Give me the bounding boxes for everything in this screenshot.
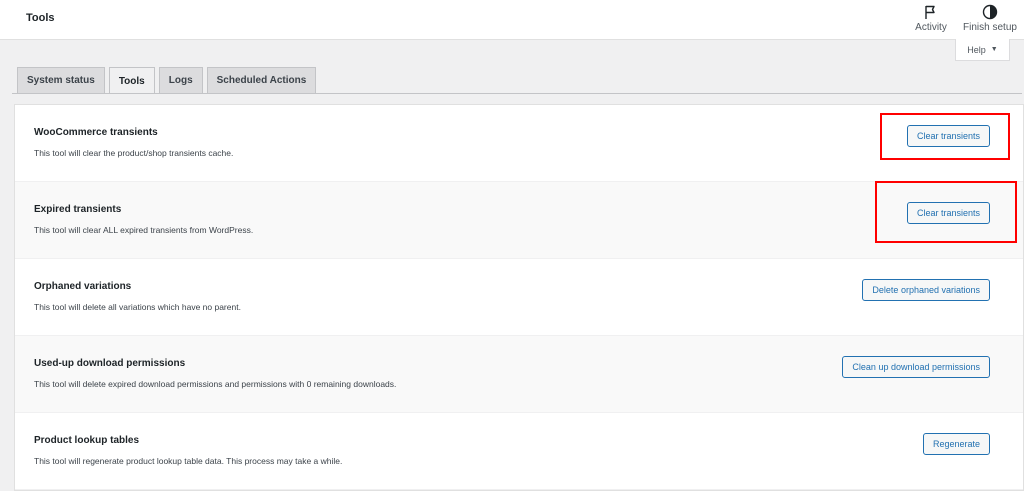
finish-setup-button[interactable]: Finish setup xyxy=(962,4,1018,36)
help-label: Help xyxy=(967,44,986,55)
help-button[interactable]: Help ▼ xyxy=(955,39,1010,61)
tool-name: WooCommerce transients xyxy=(34,127,158,138)
tool-row: Orphaned variations This tool will delet… xyxy=(15,259,1023,336)
tool-description: This tool will delete expired download p… xyxy=(34,379,397,389)
clean-up-download-permissions-button[interactable]: Clean up download permissions xyxy=(842,356,990,378)
tool-row: WooCommerce transients This tool will cl… xyxy=(15,105,1023,182)
tool-description: This tool will clear the product/shop tr… xyxy=(34,148,234,158)
half-circle-icon xyxy=(982,4,998,20)
activity-label: Activity xyxy=(915,22,947,33)
tools-table: WooCommerce transients This tool will cl… xyxy=(14,104,1024,491)
tools-tabs: System status Tools Logs Scheduled Actio… xyxy=(17,67,317,94)
tool-row: Used-up download permissions This tool w… xyxy=(15,336,1023,413)
page-title: Tools xyxy=(26,12,55,24)
regenerate-button[interactable]: Regenerate xyxy=(922,433,990,455)
tool-row: Expired transients This tool will clear … xyxy=(15,182,1023,259)
flag-icon xyxy=(925,5,935,19)
activity-button[interactable]: Activity xyxy=(912,4,950,36)
clear-expired-transients-button[interactable]: Clear transients xyxy=(906,202,990,224)
tool-description: This tool will delete all variations whi… xyxy=(34,302,241,312)
tool-name: Expired transients xyxy=(34,204,122,215)
tab-tools[interactable]: Tools xyxy=(108,67,155,94)
tab-system-status[interactable]: System status xyxy=(17,67,105,93)
tab-logs[interactable]: Logs xyxy=(158,67,203,93)
caret-down-icon: ▼ xyxy=(990,46,998,53)
tool-name: Product lookup tables xyxy=(34,435,140,446)
tabs-divider xyxy=(12,93,1022,94)
tool-row: Product lookup tables This tool will reg… xyxy=(15,413,1023,490)
tool-description: This tool will regenerate product lookup… xyxy=(34,456,343,466)
tool-name: Orphaned variations xyxy=(34,281,132,292)
delete-orphaned-variations-button[interactable]: Delete orphaned variations xyxy=(862,279,990,301)
top-header: Tools Activity Finish setup xyxy=(0,0,1024,40)
finish-setup-label: Finish setup xyxy=(963,22,1017,33)
clear-woocommerce-transients-button[interactable]: Clear transients xyxy=(906,125,990,147)
tab-scheduled-actions[interactable]: Scheduled Actions xyxy=(206,67,317,93)
tool-name: Used-up download permissions xyxy=(34,358,186,369)
tool-description: This tool will clear ALL expired transie… xyxy=(34,225,254,235)
